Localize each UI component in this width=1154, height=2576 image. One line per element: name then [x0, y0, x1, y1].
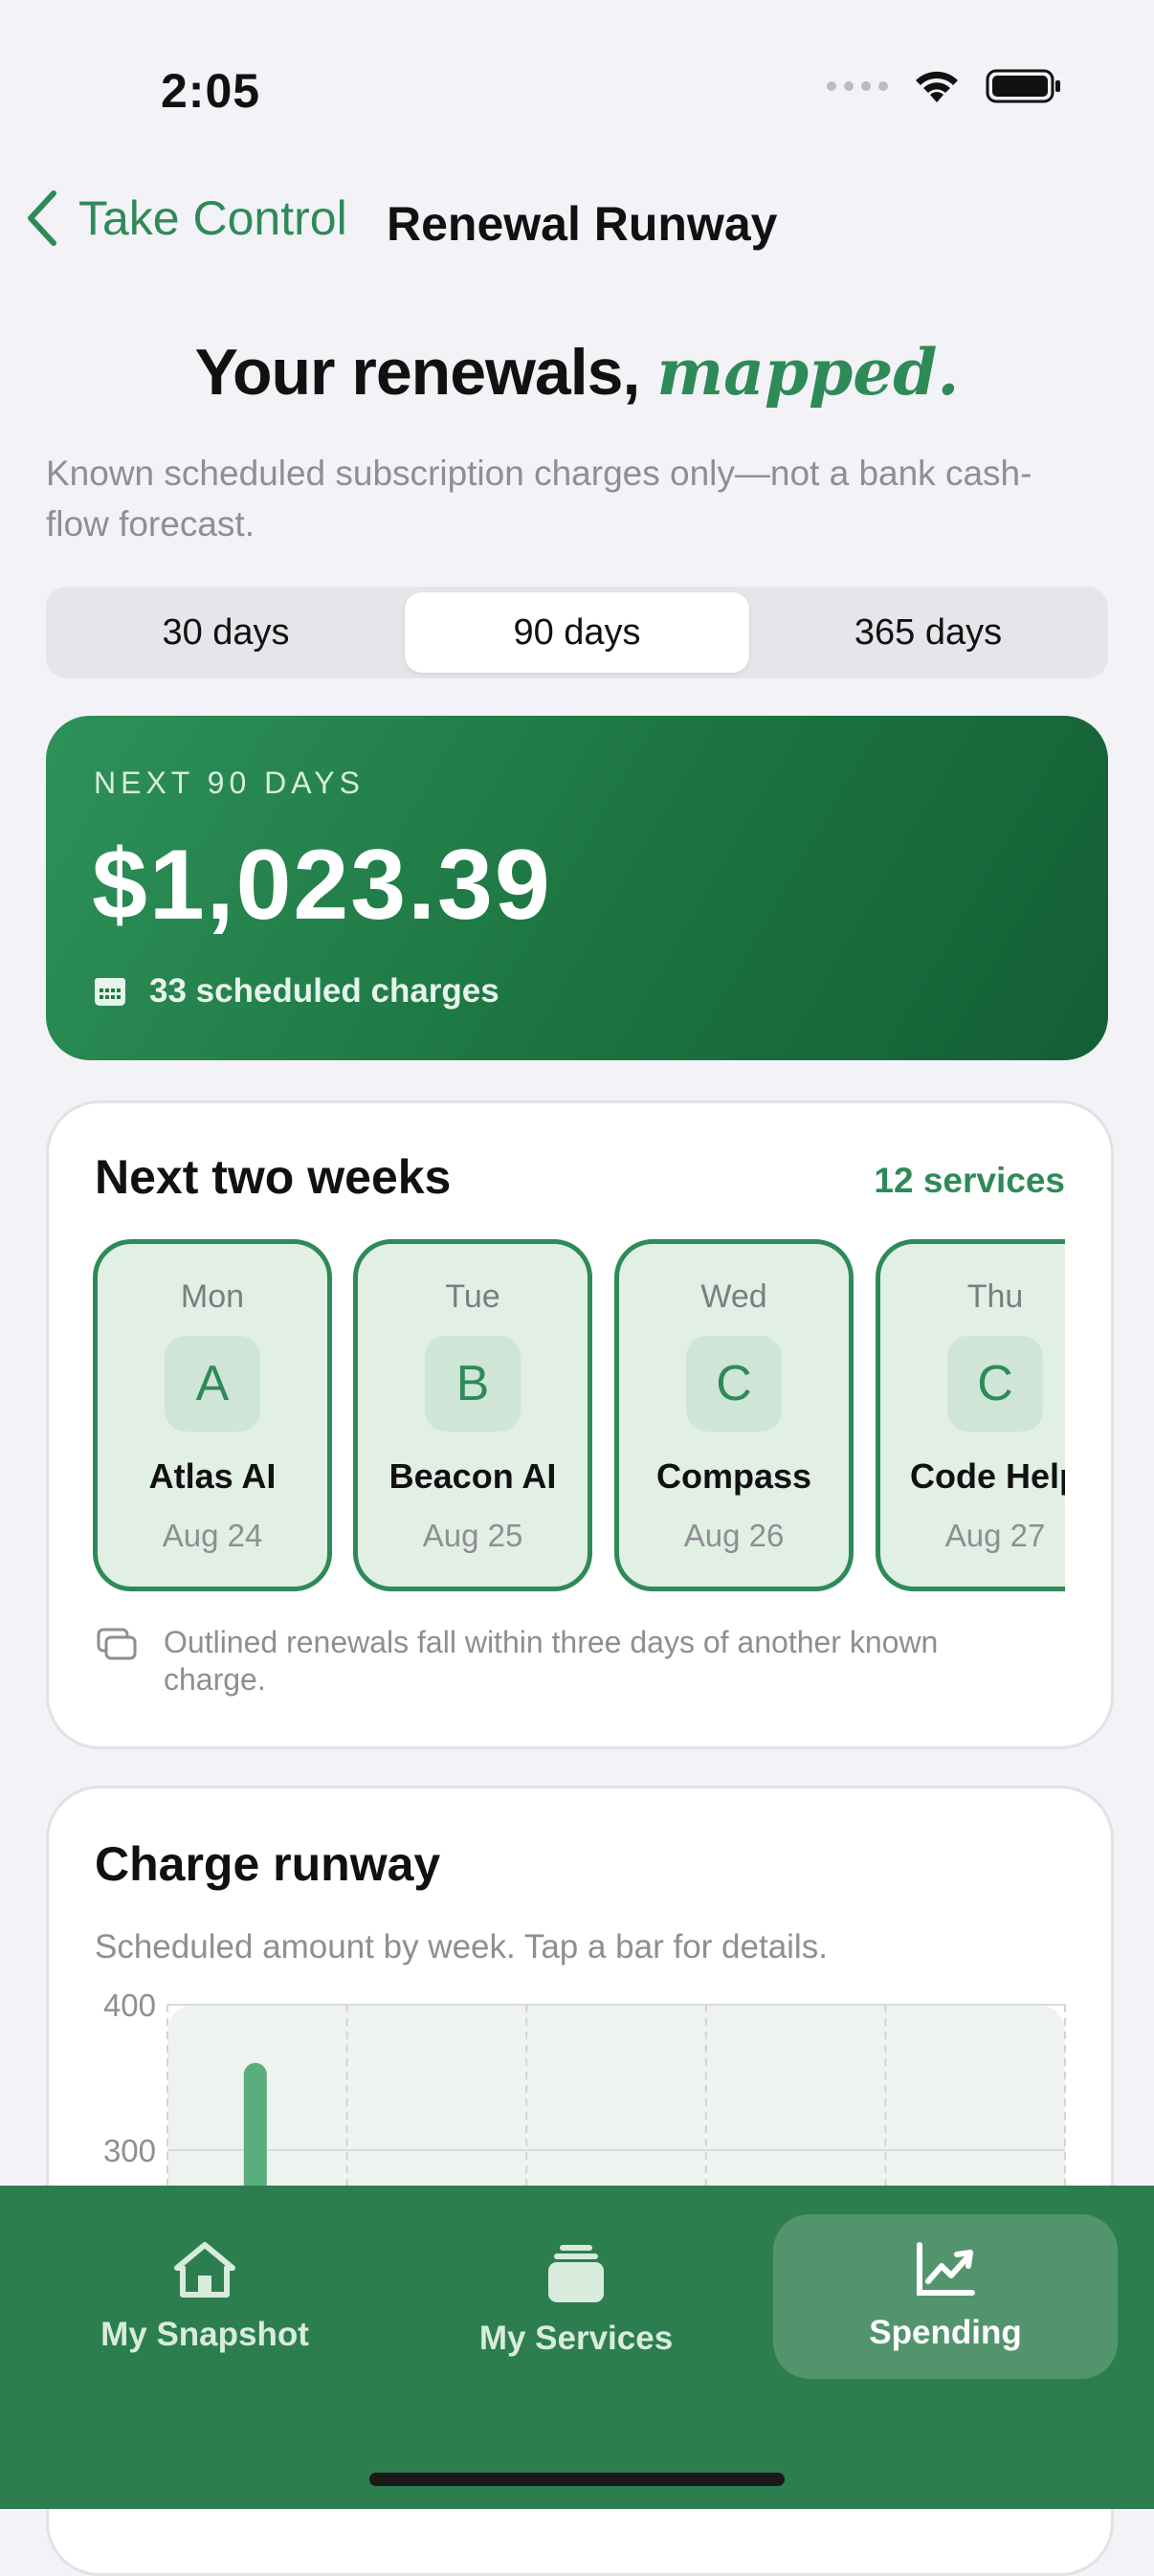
period-segmented-control: 30 days 90 days 365 days — [46, 587, 1108, 678]
tab-my-services[interactable]: My Services — [404, 2214, 748, 2379]
renewal-tile[interactable]: Mon A Atlas AI Aug 24 — [93, 1239, 332, 1591]
tile-day: Thu — [966, 1278, 1024, 1315]
summary-amount: $1,023.39 — [92, 830, 552, 941]
tab-label: My Snapshot — [100, 2316, 309, 2353]
charge-runway-subtitle: Scheduled amount by week. Tap a bar for … — [95, 1928, 828, 1965]
tile-day: Wed — [700, 1278, 767, 1315]
back-button-label: Take Control — [78, 191, 347, 245]
home-indicator — [369, 2473, 785, 2486]
nav-title: Renewal Runway — [387, 197, 778, 251]
segment-30-days[interactable]: 30 days — [52, 592, 400, 673]
renewal-tile[interactable]: Tue B Beacon AI Aug 25 — [353, 1239, 592, 1591]
page-subtitle: Known scheduled subscription charges onl… — [46, 454, 1032, 544]
tab-my-snapshot[interactable]: My Snapshot — [33, 2214, 377, 2379]
calendar-icon — [95, 978, 125, 1006]
tile-initial-badge: C — [686, 1336, 782, 1432]
tab-spending[interactable]: Spending — [773, 2214, 1118, 2379]
tile-date: Aug 24 — [162, 1518, 263, 1553]
charge-runway-title: Charge runway — [95, 1837, 441, 1891]
house-icon — [174, 2242, 235, 2298]
summary-card: NEXT 90 DAYS $1,023.39 33 scheduled char… — [46, 716, 1108, 1060]
tile-service-name: Atlas AI — [148, 1456, 277, 1496]
battery-icon — [986, 69, 1060, 103]
tile-initial-badge: B — [425, 1336, 521, 1432]
tile-initial-badge: A — [165, 1336, 260, 1432]
tile-service-name: Code Help — [909, 1456, 1065, 1496]
segment-365-days[interactable]: 365 days — [754, 592, 1102, 673]
cellular-dots-icon — [827, 81, 888, 91]
chevron-left-icon — [28, 190, 56, 246]
tile-date: Aug 25 — [422, 1518, 523, 1553]
hero-accent: mapped. — [656, 335, 960, 410]
renewal-tile[interactable]: Wed C Compass Aug 26 — [614, 1239, 854, 1591]
summary-label: NEXT 90 DAYS — [94, 766, 365, 800]
summary-charges: 33 scheduled charges — [94, 972, 499, 1010]
wifi-icon — [916, 71, 958, 102]
chart-y-tick-label: 300 — [103, 2133, 156, 2168]
tile-service-name: Compass — [655, 1456, 812, 1496]
tile-service-name: Beacon AI — [388, 1456, 557, 1496]
tile-day: Tue — [445, 1278, 500, 1315]
overlap-note: Outlined renewals fall within three days… — [164, 1625, 939, 1697]
stacked-cards-icon — [97, 1628, 137, 1660]
summary-charges-text: 33 scheduled charges — [149, 972, 499, 1010]
hero-heading: Your renewals, mapped. — [0, 335, 1154, 410]
renewal-tiles-scroller[interactable]: Mon A Atlas AI Aug 24 Tue B Beacon AI Au… — [93, 1239, 1065, 1593]
tab-label: My Services — [478, 2320, 674, 2357]
next-two-weeks-card: Next two weeks 12 services Mon A Atlas A… — [46, 1100, 1114, 1749]
back-button[interactable]: Take Control — [25, 189, 347, 247]
tile-initial-badge: C — [947, 1336, 1043, 1432]
next-two-weeks-title: Next two weeks — [95, 1150, 452, 1204]
tile-date: Aug 26 — [683, 1518, 785, 1553]
stack-icon — [548, 2245, 604, 2302]
hero-title: Your renewals, — [194, 336, 641, 409]
tab-bar: My Snapshot My Services Spending — [0, 2186, 1154, 2509]
tab-label: Spending — [869, 2314, 1022, 2351]
status-time: 2:05 — [161, 64, 261, 118]
trend-chart-icon — [917, 2242, 975, 2296]
tile-day: Mon — [180, 1278, 245, 1315]
chart-y-tick-label: 400 — [103, 1988, 156, 2023]
status-indicators — [827, 67, 1062, 105]
services-count: 12 services — [874, 1161, 1065, 1200]
tile-date: Aug 27 — [944, 1518, 1046, 1553]
renewal-tile[interactable]: Thu C Code Help Aug 27 — [876, 1239, 1065, 1591]
segment-90-days[interactable]: 90 days — [405, 592, 749, 673]
chart-y-axis: 400 300 — [103, 1988, 156, 2168]
